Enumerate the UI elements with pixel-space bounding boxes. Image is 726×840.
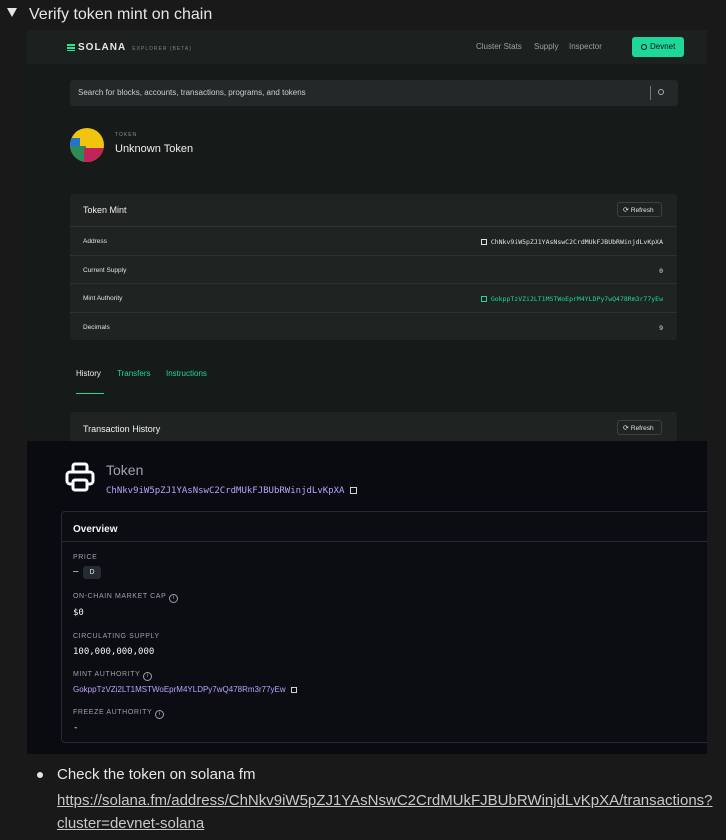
nav-cluster-stats: Cluster Stats bbox=[476, 42, 522, 51]
token-address: ChNkv9iW5pZJ1YAsNswC2CrdMUkFJBUbRWinjdLv… bbox=[106, 486, 358, 496]
search-divider bbox=[650, 86, 651, 100]
mint-row-label: Mint Authority bbox=[83, 295, 123, 302]
token-kicker: TOKEN bbox=[115, 132, 138, 138]
circulating-supply-value: 100,000,000,000 bbox=[73, 647, 155, 657]
copy-icon bbox=[480, 239, 487, 245]
cluster-devnet-button: Devnet bbox=[632, 37, 684, 57]
copy-icon bbox=[480, 296, 487, 302]
search-icon bbox=[658, 89, 664, 95]
refresh-label: Refresh bbox=[630, 207, 654, 214]
copy-icon bbox=[290, 687, 297, 693]
mint-row-current-supply: Current Supply 0 bbox=[70, 255, 677, 283]
mint-row-mint-authority: Mint Authority GokppTzVZi2LT1MSTWoEprM4Y… bbox=[70, 283, 677, 311]
tab-transfers: Transfers bbox=[117, 369, 151, 378]
mint-row-label: Address bbox=[83, 238, 107, 245]
mint-row-value: ChNkv9iW5pZJ1YAsNswC2CrdMUkFJBUbRWinjdLv… bbox=[480, 238, 663, 246]
tab-instructions: Instructions bbox=[166, 369, 207, 378]
history-refresh-button: ⟳ Refresh bbox=[617, 420, 662, 435]
mint-authority-label-text: MINT AUTHORITY bbox=[73, 671, 141, 678]
refresh-icon: ⟳ bbox=[623, 425, 629, 432]
freeze-authority-label-text: FREEZE AUTHORITY bbox=[73, 709, 153, 716]
copy-icon bbox=[350, 487, 358, 494]
address-value: ChNkv9iW5pZJ1YAsNswC2CrdMUkFJBUbRWinjdLv… bbox=[490, 238, 663, 246]
overview-card: Overview PRICE – D ON-CHAIN MARKET CAP i … bbox=[61, 511, 707, 743]
refresh-icon: ⟳ bbox=[623, 207, 629, 214]
token-label: Token bbox=[106, 462, 144, 478]
mint-row-value: 9 bbox=[659, 324, 663, 332]
info-icon: i bbox=[143, 672, 153, 681]
mint-row-value: GokppTzVZi2LT1MSTWoEprM4YLDPy7wQ478Rm3r7… bbox=[480, 295, 663, 303]
active-tab-underline bbox=[76, 393, 104, 394]
market-cap-value: $0 bbox=[73, 608, 84, 618]
mint-authority-label: MINT AUTHORITY i bbox=[73, 671, 153, 681]
mint-row-label: Decimals bbox=[83, 324, 110, 331]
price-value: – bbox=[73, 567, 79, 577]
info-icon: i bbox=[169, 594, 179, 603]
mint-authority-link: GokppTzVZi2LT1MSTWoEprM4YLDPy7wQ478Rm3r7… bbox=[490, 295, 663, 303]
info-icon: i bbox=[155, 710, 165, 719]
token-mint-card: Token Mint ⟳ Refresh Address ChNkv9iW5pZJ… bbox=[70, 194, 677, 340]
refresh-label: Refresh bbox=[630, 425, 654, 432]
nav-inspector: Inspector bbox=[569, 42, 602, 51]
solana-logo-icon bbox=[67, 44, 75, 51]
token-logo-icon bbox=[70, 128, 104, 162]
mint-row-decimals: Decimals 9 bbox=[70, 312, 677, 340]
market-cap-label-text: ON-CHAIN MARKET CAP bbox=[73, 593, 167, 600]
mint-row-address: Address ChNkv9iW5pZJ1YAsNswC2CrdMUkFJBUb… bbox=[70, 226, 677, 254]
solanafm-screenshot: Token ChNkv9iW5pZJ1YAsNswC2CrdMUkFJBUbRW… bbox=[27, 441, 707, 754]
solana-logo: SOLANA EXPLORER (BETA) bbox=[67, 42, 192, 53]
cluster-status-icon bbox=[641, 44, 647, 50]
transaction-history-card: Transaction History ⟳ Refresh bbox=[70, 412, 677, 441]
token-title: Unknown Token bbox=[115, 143, 194, 155]
mint-row-value: 0 bbox=[659, 267, 663, 275]
bullet-dot bbox=[37, 772, 43, 778]
solanafm-link[interactable]: https://solana.fm/address/ChNkv9iW5pZJ1Y… bbox=[57, 789, 717, 835]
nav-supply: Supply bbox=[534, 42, 559, 51]
explorer-navbar: SOLANA EXPLORER (BETA) Cluster Stats Supp… bbox=[27, 30, 707, 64]
market-cap-label: ON-CHAIN MARKET CAP i bbox=[73, 593, 179, 603]
mint-authority-address: GokppTzVZi2LT1MSTWoEprM4YLDPy7wQ478Rm3r7… bbox=[73, 685, 286, 694]
toggle-arrow-icon[interactable] bbox=[7, 8, 17, 17]
explorer-search-input: Search for blocks, accounts, transaction… bbox=[70, 80, 678, 106]
history-card-title: Transaction History bbox=[83, 424, 161, 434]
printer-icon bbox=[65, 462, 95, 492]
toggle-block[interactable]: Verify token mint on chain bbox=[0, 0, 726, 30]
price-label: PRICE bbox=[73, 554, 98, 561]
solana-logo-subtitle: EXPLORER (BETA) bbox=[132, 46, 192, 52]
mint-card-title: Token Mint bbox=[83, 205, 127, 215]
refresh-button: ⟳ Refresh bbox=[617, 202, 662, 217]
freeze-authority-label: FREEZE AUTHORITY i bbox=[73, 709, 165, 719]
price-badge: D bbox=[83, 566, 101, 579]
toggle-title: Verify token mint on chain bbox=[29, 6, 213, 23]
overview-title: Overview bbox=[73, 524, 118, 535]
token-address-text: ChNkv9iW5pZJ1YAsNswC2CrdMUkFJBUbRWinjdLv… bbox=[106, 486, 345, 496]
search-placeholder: Search for blocks, accounts, transaction… bbox=[78, 88, 306, 97]
explorer-screenshot: SOLANA EXPLORER (BETA) Cluster Stats Supp… bbox=[27, 30, 707, 441]
cluster-button-label: Devnet bbox=[650, 42, 676, 51]
freeze-authority-value: - bbox=[73, 723, 79, 733]
overview-header: Overview bbox=[62, 512, 707, 542]
circulating-supply-label: CIRCULATING SUPPLY bbox=[73, 633, 160, 640]
mint-row-label: Current Supply bbox=[83, 267, 127, 274]
solana-logo-text: SOLANA bbox=[78, 42, 127, 53]
tab-history: History bbox=[76, 369, 101, 378]
mint-authority-link: GokppTzVZi2LT1MSTWoEprM4YLDPy7wQ478Rm3r7… bbox=[73, 685, 297, 694]
bullet-text: Check the token on solana fm bbox=[57, 766, 256, 783]
